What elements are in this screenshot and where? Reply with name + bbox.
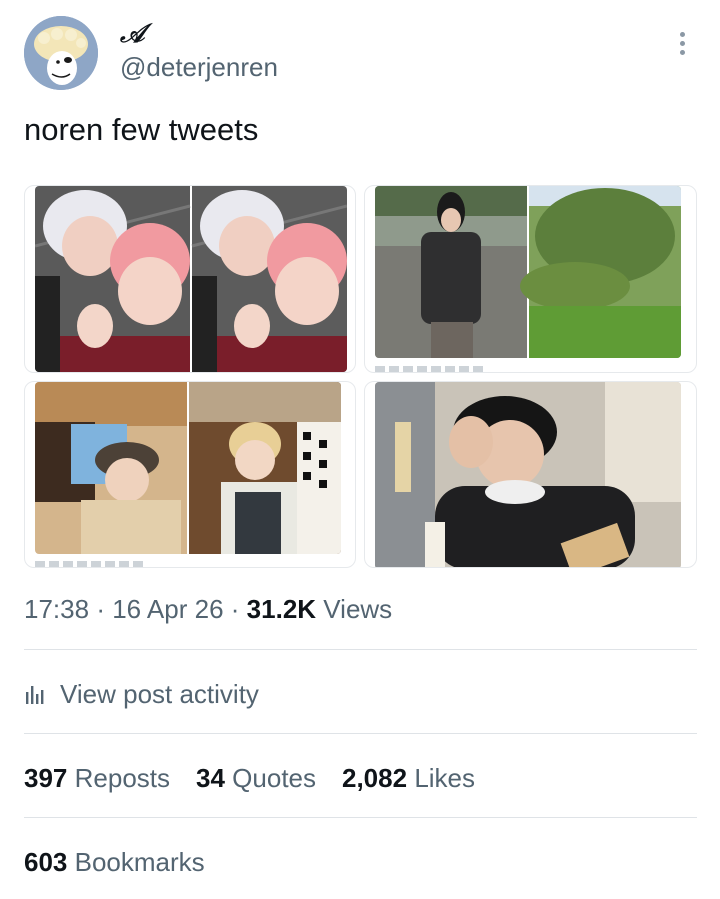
author-avatar[interactable] [24,16,98,90]
cartoon-dog-avatar-icon [24,16,98,90]
meta-separator: · [96,594,105,624]
more-options-icon[interactable] [674,32,690,62]
likes-count: 2,082 [342,762,408,793]
embedded-tweet-image-3[interactable] [24,381,356,568]
embedded-tweet-image-1[interactable] [24,185,356,373]
author-handle[interactable]: @deterjenren [120,52,278,82]
bar-chart-icon [26,686,44,704]
views-count: 31.2K [246,594,317,624]
embedded-tweet-image-4[interactable] [364,381,697,568]
likes-stat[interactable]: 2,082 Likes [342,763,475,794]
street-photo [375,382,681,567]
bookmarks-label: Bookmarks [74,846,205,877]
divider [24,817,697,818]
views-label: Views [323,594,393,624]
post-meta: 17:38 · 16 Apr 26 · 31.2K Views [24,592,392,626]
post-text: noren few tweets [24,112,259,147]
truncated-timestamp [35,561,145,567]
outfit-photo [375,186,681,358]
bookmarks-count: 603 [24,846,68,877]
likes-label: Likes [414,762,476,793]
divider [24,733,697,734]
reposts-count: 397 [24,762,68,793]
view-post-activity-label: View post activity [60,678,259,709]
selfie-photo [35,186,347,372]
media-grid [24,185,697,568]
post-date[interactable]: 16 Apr 26 [112,594,223,624]
meta-separator: · [230,594,240,624]
embedded-tweet-image-2[interactable] [364,185,697,373]
quotes-count: 34 [196,762,225,793]
reposts-label: Reposts [74,762,171,793]
bookmarks-stat[interactable]: 603 Bookmarks [24,842,205,882]
divider [24,649,697,650]
post-time[interactable]: 17:38 [24,594,89,624]
cafe-photo [35,382,341,554]
engagement-stats: 397 Reposts 34 Quotes 2,082 Likes [24,758,501,798]
reposts-stat[interactable]: 397 Reposts [24,763,170,794]
author-display-name[interactable]: 𝒜 [120,20,145,48]
quotes-stat[interactable]: 34 Quotes [196,763,316,794]
post-header: 𝒜 @deterjenren [24,14,696,90]
truncated-timestamp [375,366,485,372]
quotes-label: Quotes [232,762,316,793]
view-post-activity-button[interactable]: View post activity [24,674,259,714]
